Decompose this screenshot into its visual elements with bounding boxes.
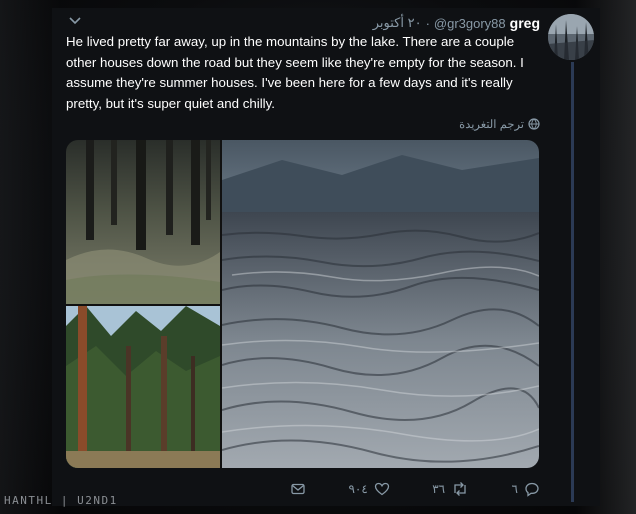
author-handle[interactable]: @gr3gory88 xyxy=(434,16,506,31)
thread-line xyxy=(571,62,574,502)
avatar-image xyxy=(548,14,594,60)
avatar[interactable] xyxy=(548,14,594,60)
left-vignette xyxy=(0,0,60,514)
retweet-icon xyxy=(454,482,466,496)
retweet-count: ٣٦ xyxy=(432,482,446,496)
mail-icon xyxy=(291,483,305,495)
author-name[interactable]: greg xyxy=(510,15,540,31)
dot-separator: · xyxy=(425,15,430,31)
retweet-button[interactable]: ٣٦ xyxy=(432,481,469,497)
media-photo-forest-floor[interactable] xyxy=(66,140,220,304)
forest-floor-photo xyxy=(66,140,220,304)
lake-mountain-photo xyxy=(222,140,539,468)
tweet-date[interactable]: ٢٠ أكتوبر xyxy=(373,15,422,31)
translate-tweet-link[interactable]: ترجم التغريدة xyxy=(400,116,540,132)
media-photo-lake[interactable] xyxy=(222,140,539,468)
heart-icon xyxy=(374,482,389,496)
reply-button[interactable]: ٦ xyxy=(512,481,540,497)
like-count: ٩٠٤ xyxy=(348,482,368,496)
tweet-text: He lived pretty far away, up in the moun… xyxy=(66,34,524,111)
tweet-header: ٢٠ أكتوبر · @gr3gory88 greg xyxy=(62,14,540,32)
watermark: HANTHL | U2ND1 xyxy=(4,494,118,507)
reply-count: ٦ xyxy=(511,482,518,496)
pine-forest-photo xyxy=(66,306,220,468)
media-grid xyxy=(66,140,539,468)
tweet-actions: ٩٠٤ ٣٦ ٦ xyxy=(290,480,540,498)
media-photo-pine-forest[interactable] xyxy=(66,306,220,468)
reply-icon xyxy=(525,482,539,497)
globe-icon xyxy=(528,118,540,130)
share-button[interactable] xyxy=(290,481,306,497)
translate-label: ترجم التغريدة xyxy=(459,119,524,131)
like-button[interactable]: ٩٠٤ xyxy=(348,481,389,497)
